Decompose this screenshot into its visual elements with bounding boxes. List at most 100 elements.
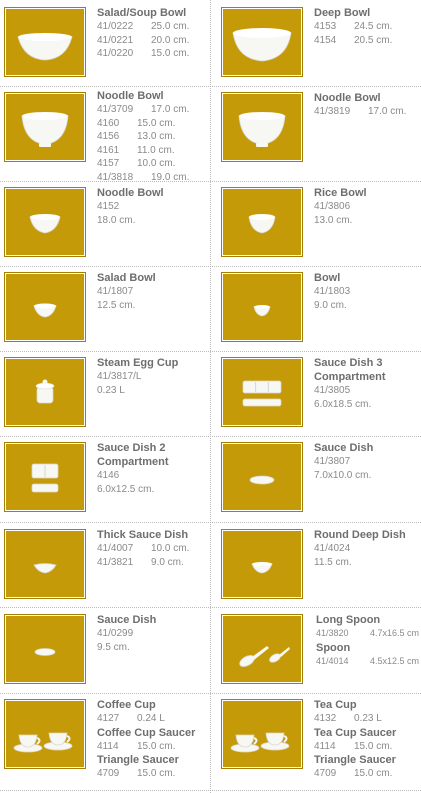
item-code: 4146 — [97, 470, 120, 481]
product-info: Sauce Dish 2 Compartment 4146 6.0x12.5 cm. — [97, 441, 217, 496]
item-code: 41/1807 — [97, 286, 134, 297]
item-size: 15.0 cm. — [137, 117, 176, 129]
product-name: Bowl — [314, 272, 341, 284]
item-code: 4161 — [97, 144, 120, 156]
spec-line: 41/1807 — [97, 285, 217, 299]
spec-line: 41/3807 — [314, 455, 421, 469]
spec-line: 6.0x18.5 cm. — [314, 398, 421, 412]
wide-bowl-icon — [17, 33, 73, 61]
spoon-icon — [239, 646, 290, 667]
row-divider — [0, 266, 421, 267]
item-size: 0.23 L — [354, 713, 382, 724]
row-divider — [0, 693, 421, 694]
product-image[interactable] — [221, 92, 303, 162]
spec-line: 41/3819 17.0 cm. — [314, 105, 421, 119]
spec-line: 4160 15.0 cm. — [97, 117, 217, 131]
product-info: Round Deep Dish 41/4024 11.5 cm. — [314, 528, 421, 569]
row-divider — [0, 436, 421, 437]
product-image[interactable] — [4, 529, 86, 599]
product-image[interactable] — [4, 442, 86, 512]
coffee-cup-icon — [13, 732, 73, 753]
product-name: Noodle Bowl — [314, 92, 381, 104]
spec-line: 41/3709 17.0 cm. — [97, 103, 217, 117]
product-info: Rice Bowl 41/3806 13.0 cm. — [314, 186, 421, 227]
product-image[interactable] — [221, 272, 303, 342]
spec-line: 0.23 L — [97, 384, 217, 398]
spec-line: 4146 — [97, 469, 217, 483]
product-image[interactable] — [4, 614, 86, 684]
item-code: 4709 — [314, 768, 337, 779]
item-code: 41/3821 — [97, 556, 134, 568]
product-image[interactable] — [221, 187, 303, 257]
spec-line: 13.0 cm. — [314, 214, 421, 228]
product-info: Salad Bowl 41/1807 12.5 cm. — [97, 271, 217, 312]
item-code: 12.5 cm. — [97, 299, 136, 311]
item-size: 15.0 cm. — [354, 740, 393, 752]
product-image[interactable] — [4, 357, 86, 427]
spec-line: 4114 15.0 cm. — [314, 740, 421, 754]
item-code: 41/4024 — [314, 543, 351, 554]
item-size: 19.0 cm. — [151, 171, 190, 183]
spec-line: 4132 0.23 L — [314, 712, 421, 726]
item-size: 20.5 cm. — [354, 34, 393, 46]
product-image[interactable] — [221, 442, 303, 512]
product-info: Long Spoon 41/3820 4.7x16.5 cm Spoon 41/4014… — [316, 613, 421, 668]
spec-line: 11.5 cm. — [314, 556, 421, 570]
product-name: Triangle Saucer — [314, 754, 396, 766]
two-compartment-dish-icon — [31, 463, 59, 493]
spec-line: 41/1803 — [314, 285, 421, 299]
spec-line: 41/0299 — [97, 627, 217, 641]
product-info: Sauce Dish 41/0299 9.5 cm. — [97, 613, 217, 654]
product-image[interactable] — [221, 7, 303, 77]
item-code: 41/0221 — [97, 34, 134, 46]
product-name: Sauce Dish 3 — [314, 357, 383, 369]
spec-line: 9.0 cm. — [314, 299, 421, 313]
spec-line: 41/3817/L — [97, 370, 217, 384]
item-code: 11.5 cm. — [314, 556, 352, 568]
item-size: 17.0 cm. — [151, 104, 190, 115]
spec-line: 4152 — [97, 200, 217, 214]
spec-line: 41/3820 4.7x16.5 cm — [316, 627, 421, 641]
item-size: 10.0 cm. — [151, 543, 190, 554]
spec-line: 41/3821 9.0 cm. — [97, 556, 217, 570]
product-info: Sauce Dish 41/3807 7.0x10.0 cm. — [314, 441, 421, 482]
product-image[interactable] — [4, 272, 86, 342]
product-image[interactable] — [4, 92, 86, 162]
product-name: Sauce Dish 2 — [97, 442, 166, 454]
product-info: Tea Cup 4132 0.23 L Tea Cup Saucer 4114 15.0 … — [314, 698, 421, 781]
spec-line: 4709 15.0 cm. — [97, 767, 217, 781]
tea-cup-icon — [230, 732, 290, 753]
product-info: Coffee Cup 4127 0.24 L Coffee Cup Saucer 411… — [97, 698, 217, 781]
product-image[interactable] — [221, 699, 303, 769]
item-code: 4114 — [97, 740, 119, 752]
spec-line: 4157 10.0 cm. — [97, 157, 217, 171]
product-image[interactable] — [4, 187, 86, 257]
product-image[interactable] — [221, 614, 303, 684]
salad-bowl-icon — [33, 303, 57, 318]
item-code: 4132 — [314, 713, 337, 724]
product-name: Salad/Soup Bowl — [97, 7, 187, 19]
product-image[interactable] — [221, 529, 303, 599]
spec-line: 41/4007 10.0 cm. — [97, 542, 217, 556]
item-code: 41/0299 — [97, 628, 134, 639]
spec-line: 41/0220 15.0 cm. — [97, 47, 217, 61]
spec-line: 41/4014 4.5x12.5 cm — [316, 655, 421, 669]
spec-line: 41/3805 — [314, 384, 421, 398]
spec-line: 4709 15.0 cm. — [314, 767, 421, 781]
product-name: Sauce Dish — [97, 614, 157, 626]
row-divider — [0, 351, 421, 352]
tiny-bowl-icon — [253, 305, 271, 317]
item-code: 4156 — [97, 131, 120, 142]
product-info: Steam Egg Cup 41/3817/L 0.23 L — [97, 356, 217, 397]
product-image[interactable] — [4, 699, 86, 769]
product-info: Noodle Bowl 41/3819 17.0 cm. — [314, 91, 421, 119]
spec-line: 41/3806 — [314, 200, 421, 214]
item-code: 18.0 cm. — [97, 214, 136, 226]
product-image[interactable] — [221, 357, 303, 427]
spec-line: 41/0222 25.0 cm. — [97, 20, 217, 34]
item-size: 15.0 cm. — [137, 740, 176, 752]
item-size: 0.24 L — [137, 713, 165, 724]
product-image[interactable] — [4, 7, 86, 77]
product-info: Deep Bowl 4153 24.5 cm. 4154 20.5 cm. — [314, 6, 421, 47]
small-bowl-icon — [29, 214, 61, 234]
